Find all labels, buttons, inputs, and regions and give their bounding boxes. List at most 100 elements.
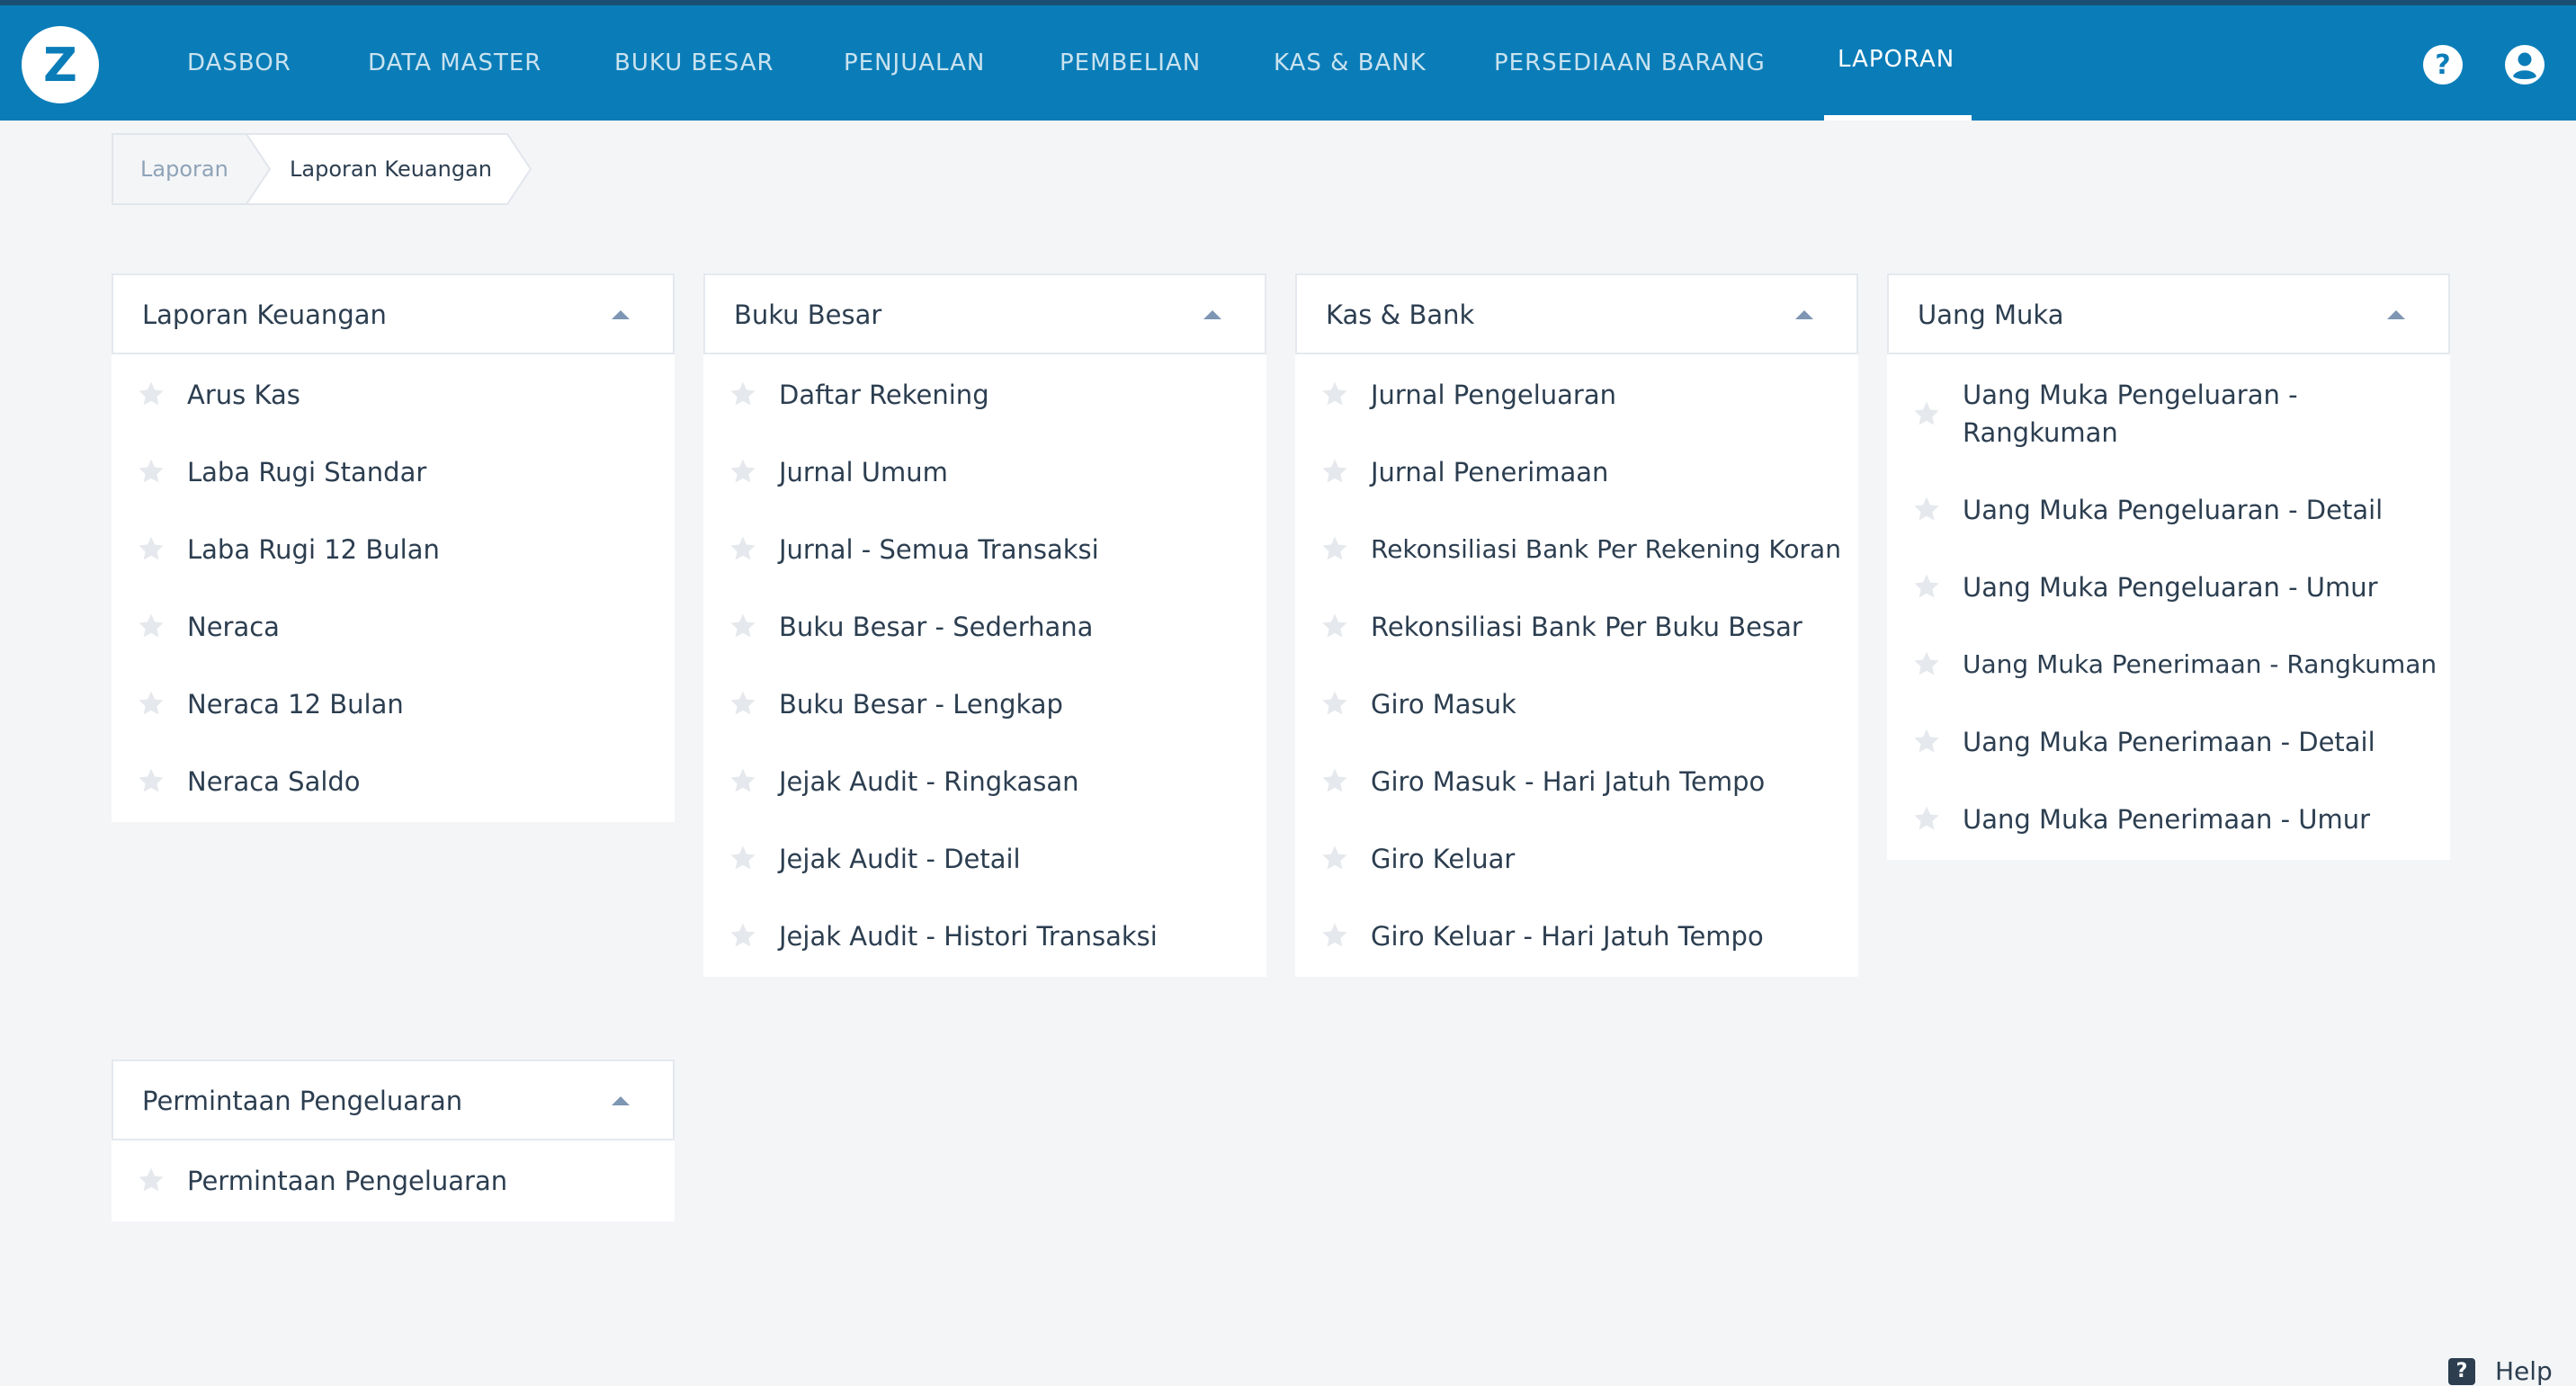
favorite-star-icon[interactable]	[137, 534, 165, 563]
collapse-caret-icon[interactable]	[612, 310, 630, 319]
report-item-label[interactable]: Buku Besar - Sederhana	[779, 608, 1093, 646]
favorite-star-icon[interactable]	[1320, 534, 1349, 563]
breadcrumb-laporan-link[interactable]: Laporan	[140, 133, 228, 205]
nav-dasbor[interactable]: DASBOR	[187, 5, 291, 121]
report-item-label[interactable]: Buku Besar - Lengkap	[779, 685, 1063, 723]
favorite-star-icon[interactable]	[137, 612, 165, 640]
collapse-caret-icon[interactable]	[2387, 310, 2405, 319]
favorite-star-icon[interactable]	[1320, 844, 1349, 872]
report-item[interactable]: Giro Masuk	[1295, 689, 1858, 766]
report-item[interactable]: Uang Muka Penerimaan - Umur	[1887, 804, 2450, 881]
report-item[interactable]: Daftar Rekening	[703, 380, 1266, 457]
favorite-star-icon[interactable]	[1912, 399, 1941, 428]
favorite-star-icon[interactable]	[1320, 921, 1349, 950]
card-header[interactable]: Buku Besar	[703, 273, 1266, 354]
report-item[interactable]: Neraca Saldo	[112, 766, 675, 844]
report-item-label[interactable]: Jejak Audit - Histori Transaksi	[779, 917, 1158, 955]
favorite-star-icon[interactable]	[137, 766, 165, 795]
report-item[interactable]: Neraca	[112, 612, 675, 689]
card-header[interactable]: Permintaan Pengeluaran	[112, 1060, 675, 1140]
help-label[interactable]: Help	[2495, 1356, 2553, 1386]
favorite-star-icon[interactable]	[1320, 766, 1349, 795]
favorite-star-icon[interactable]	[1320, 457, 1349, 486]
favorite-star-icon[interactable]	[729, 380, 757, 408]
report-item[interactable]: Uang Muka Pengeluaran - Detail	[1887, 495, 2450, 572]
report-item-label[interactable]: Uang Muka Pengeluaran - Detail	[1963, 491, 2383, 529]
collapse-caret-icon[interactable]	[1203, 310, 1221, 319]
report-item[interactable]: Arus Kas	[112, 380, 675, 457]
help-icon[interactable]: ?	[2421, 43, 2464, 86]
report-item-label[interactable]: Rekonsiliasi Bank Per Rekening Koran	[1371, 531, 1841, 568]
report-item[interactable]: Buku Besar - Lengkap	[703, 689, 1266, 766]
card-header[interactable]: Uang Muka	[1887, 273, 2450, 354]
report-item-label[interactable]: Giro Masuk - Hari Jatuh Tempo	[1371, 763, 1765, 800]
favorite-star-icon[interactable]	[729, 844, 757, 872]
card-header[interactable]: Kas & Bank	[1295, 273, 1858, 354]
report-item-label[interactable]: Jurnal - Semua Transaksi	[779, 531, 1099, 568]
report-item-label[interactable]: Arus Kas	[187, 376, 300, 414]
report-item-label[interactable]: Uang Muka Pengeluaran - Umur	[1963, 568, 2378, 606]
report-item[interactable]: Buku Besar - Sederhana	[703, 612, 1266, 689]
report-item[interactable]: Giro Keluar - Hari Jatuh Tempo	[1295, 921, 1858, 998]
favorite-star-icon[interactable]	[137, 689, 165, 718]
report-item[interactable]: Jurnal Penerimaan	[1295, 457, 1858, 534]
report-item[interactable]: Laba Rugi Standar	[112, 457, 675, 534]
report-item-label[interactable]: Neraca	[187, 608, 280, 646]
report-item-label[interactable]: Jurnal Umum	[779, 453, 948, 491]
favorite-star-icon[interactable]	[1912, 495, 1941, 523]
collapse-caret-icon[interactable]	[612, 1096, 630, 1105]
collapse-caret-icon[interactable]	[1795, 310, 1813, 319]
favorite-star-icon[interactable]	[729, 766, 757, 795]
report-item[interactable]: Uang Muka Pengeluaran - Umur	[1887, 572, 2450, 649]
report-item-label[interactable]: Permintaan Pengeluaran	[187, 1162, 507, 1200]
report-item-label[interactable]: Jurnal Penerimaan	[1371, 453, 1608, 491]
report-item-label[interactable]: Daftar Rekening	[779, 376, 989, 414]
report-item[interactable]: Uang Muka Pengeluaran - Rangkuman	[1887, 380, 2450, 478]
favorite-star-icon[interactable]	[137, 1166, 165, 1194]
favorite-star-icon[interactable]	[729, 457, 757, 486]
nav-persediaan-barang[interactable]: PERSEDIAAN BARANG	[1494, 5, 1766, 121]
card-header[interactable]: Laporan Keuangan	[112, 273, 675, 354]
nav-kas-bank[interactable]: KAS & BANK	[1274, 5, 1427, 121]
favorite-star-icon[interactable]	[729, 921, 757, 950]
nav-penjualan[interactable]: PENJUALAN	[844, 5, 985, 121]
favorite-star-icon[interactable]	[1320, 380, 1349, 408]
report-item-label[interactable]: Neraca 12 Bulan	[187, 685, 404, 723]
nav-buku-besar[interactable]: BUKU BESAR	[614, 5, 774, 121]
nav-data-master[interactable]: DATA MASTER	[368, 5, 541, 121]
report-item[interactable]: Laba Rugi 12 Bulan	[112, 534, 675, 612]
report-item-label[interactable]: Jejak Audit - Ringkasan	[779, 763, 1079, 800]
report-item-label[interactable]: Laba Rugi 12 Bulan	[187, 531, 440, 568]
report-item-label[interactable]: Giro Keluar	[1371, 840, 1515, 878]
report-item-label[interactable]: Uang Muka Penerimaan - Rangkuman	[1963, 646, 2437, 684]
report-item[interactable]: Jurnal Umum	[703, 457, 1266, 534]
favorite-star-icon[interactable]	[729, 534, 757, 563]
favorite-star-icon[interactable]	[137, 380, 165, 408]
nav-laporan[interactable]: LAPORAN	[1838, 5, 1954, 121]
report-item-label[interactable]: Jurnal Pengeluaran	[1371, 376, 1616, 414]
report-item-label[interactable]: Uang Muka Pengeluaran - Rangkuman	[1963, 376, 2358, 452]
report-item[interactable]: Jejak Audit - Ringkasan	[703, 766, 1266, 844]
account-icon[interactable]	[2503, 43, 2546, 86]
nav-pembelian[interactable]: PEMBELIAN	[1060, 5, 1201, 121]
favorite-star-icon[interactable]	[729, 689, 757, 718]
favorite-star-icon[interactable]	[1320, 689, 1349, 718]
report-item-label[interactable]: Uang Muka Penerimaan - Umur	[1963, 800, 2370, 838]
favorite-star-icon[interactable]	[137, 457, 165, 486]
report-item-label[interactable]: Giro Masuk	[1371, 685, 1516, 723]
favorite-star-icon[interactable]	[1912, 804, 1941, 833]
report-item[interactable]: Uang Muka Penerimaan - Rangkuman	[1887, 649, 2450, 727]
report-item-label[interactable]: Rekonsiliasi Bank Per Buku Besar	[1371, 608, 1802, 646]
report-item[interactable]: Jejak Audit - Detail	[703, 844, 1266, 921]
report-item[interactable]: Rekonsiliasi Bank Per Rekening Koran	[1295, 534, 1858, 612]
favorite-star-icon[interactable]	[729, 612, 757, 640]
report-item[interactable]: Neraca 12 Bulan	[112, 689, 675, 766]
favorite-star-icon[interactable]	[1912, 727, 1941, 756]
report-item[interactable]: Rekonsiliasi Bank Per Buku Besar	[1295, 612, 1858, 689]
report-item[interactable]: Jurnal - Semua Transaksi	[703, 534, 1266, 612]
favorite-star-icon[interactable]	[1320, 612, 1349, 640]
report-item-label[interactable]: Giro Keluar - Hari Jatuh Tempo	[1371, 917, 1764, 955]
report-item[interactable]: Giro Masuk - Hari Jatuh Tempo	[1295, 766, 1858, 844]
report-item-label[interactable]: Neraca Saldo	[187, 763, 361, 800]
report-item[interactable]: Jurnal Pengeluaran	[1295, 380, 1858, 457]
